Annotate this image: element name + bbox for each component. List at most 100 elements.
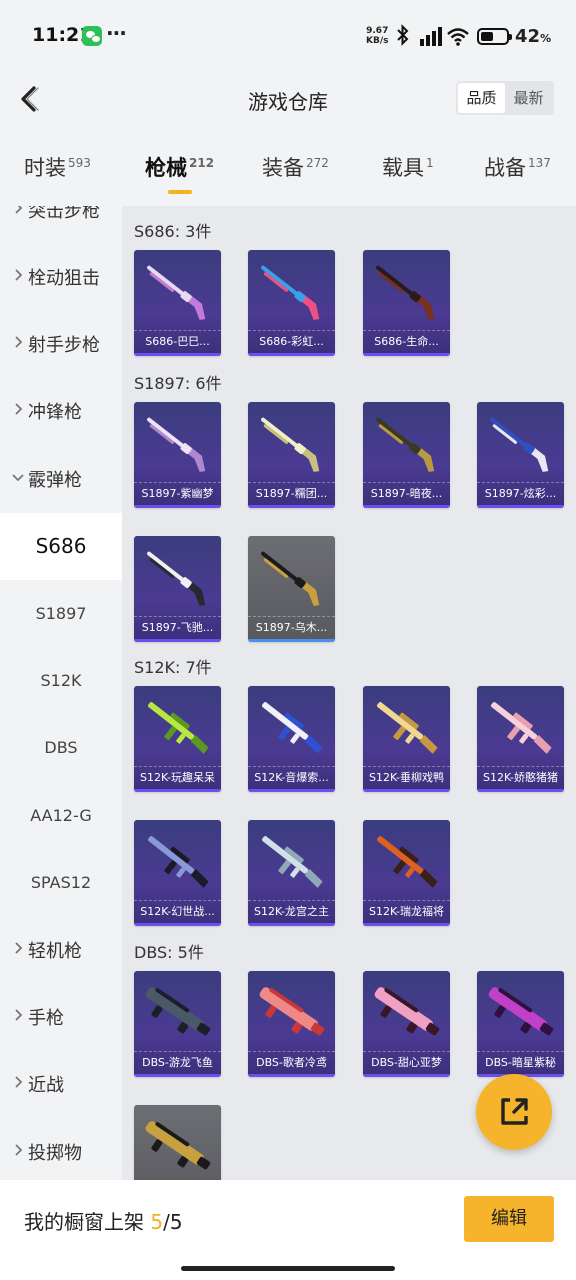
item-grid[interactable]: S686: 3件 S686-巴巳... S686-彩虹... S686-生命..… [122,206,576,1180]
sidebar-subitem[interactable]: S686 [0,512,122,580]
weapon-skin-name: S1897-紫幽梦 [134,482,221,504]
more-notifications-icon: ··· [106,21,127,45]
share-button[interactable] [476,1074,552,1150]
weapon-skin-name: S12K-垂柳戏鸭 [363,766,450,788]
sort-by-quality-button[interactable]: 品质 [458,83,505,113]
weapon-skin-card[interactable]: S1897-糯团... [248,402,335,508]
sidebar-group[interactable]: 轻机枪 [0,916,122,983]
sidebar-group[interactable]: 冲锋枪 [0,378,122,445]
weapon-skin-card[interactable]: DBS-暗星紫秘 [477,971,564,1077]
rarity-bar [248,789,335,792]
sidebar-subitem[interactable]: SPAS12 [0,849,122,916]
sidebar-item-label: S12K [40,671,82,691]
sidebar-subitem[interactable]: DBS [0,714,122,781]
sidebar-group[interactable]: 手枪 [0,984,122,1051]
tab-count: 212 [189,156,215,170]
tab-label: 战备 [484,156,526,180]
showcase-label: 我的橱窗上架 [24,1210,144,1234]
weapon-image [490,417,549,472]
weapon-image [147,551,206,606]
weapon-skin-card[interactable]: S1897-紫幽梦 [134,402,221,508]
weapon-skin-card[interactable]: S12K-瑞龙福将 [363,820,450,926]
weapon-skin-name: S12K-音爆索... [248,766,335,788]
weapon-skin-card[interactable]: S1897-炫彩... [477,402,564,508]
tab-supplies[interactable]: 战备 137 [484,152,551,182]
showcase-total: /5 [163,1210,183,1234]
home-indicator[interactable] [181,1266,395,1271]
tab-count: 137 [528,156,551,170]
weapon-skin-card[interactable]: S1897-暗夜... [363,402,450,508]
weapon-skin-card[interactable]: DBS-甜心亚梦 [363,971,450,1077]
weapon-skin-name: S1897-糯团... [248,482,335,504]
rarity-bar [363,505,450,508]
edit-button[interactable]: 编辑 [464,1196,554,1242]
sidebar-group[interactable]: 栓动狙击 [0,243,122,310]
chevron-down-icon [0,471,28,487]
sidebar-group[interactable]: 投掷物 [0,1118,122,1180]
weapon-skin-card[interactable]: S1897-飞驰... [134,536,221,642]
weapon-image [488,987,554,1036]
rarity-bar [363,789,450,792]
weapon-skin-card[interactable]: S1897-乌木... [248,536,335,642]
sidebar-item-label: S686 [35,534,87,558]
weapon-skin-name: S1897-乌木... [248,616,335,638]
showcase-bar: 我的橱窗上架 5/5 编辑 [0,1180,576,1280]
tab-fashion[interactable]: 时装 593 [24,152,91,182]
sidebar-subitem[interactable]: S1897 [0,580,122,647]
weapon-skin-card[interactable]: DBS-歌者冷鸢 [248,971,335,1077]
tab-vehicles[interactable]: 载具 1 [382,152,434,182]
tab-equipment[interactable]: 装备 272 [262,152,329,182]
sort-by-newest-button[interactable]: 最新 [505,83,552,113]
weapon-image [147,265,206,320]
sidebar-group[interactable]: 射手步枪 [0,311,122,378]
weapon-image [262,702,323,754]
weapon-type-sidebar[interactable]: 突击步枪 栓动狙击射手步枪冲锋枪霰弹枪 S686 S1897 S12K DBS AA12-G… [0,206,122,1180]
sidebar-item-label: 手枪 [28,1008,64,1030]
sidebar-item-label: DBS [44,738,78,758]
sidebar-item-label: 射手步枪 [28,335,100,357]
tab-firearms[interactable]: 枪械 212 [145,152,214,182]
weapon-skin-card[interactable]: S12K-娇憨猪猪 [477,686,564,792]
weapon-image [145,987,211,1036]
weapon-skin-card[interactable]: DBS-游龙飞鱼 [134,971,221,1077]
tab-count: 1 [426,156,434,170]
rarity-bar [248,923,335,926]
weapon-skin-card[interactable]: S12K-龙宫之主 [248,820,335,926]
rarity-bar [477,505,564,508]
weapon-skin-card[interactable]: S12K-幻世战... [134,820,221,926]
sidebar-item-label: SPAS12 [30,873,92,892]
showcase-used-count: 5 [150,1210,164,1234]
tab-label: 载具 [382,156,424,180]
rarity-bar [134,1074,221,1077]
sidebar-item-label: S1897 [35,603,87,623]
sidebar-group[interactable]: 近战 [0,1051,122,1118]
chevron-right-icon [0,1076,28,1092]
rarity-bar [134,789,221,792]
rarity-bar [248,505,335,508]
weapon-skin-card[interactable]: S12K-玩趣呆呆 [134,686,221,792]
sidebar-subitem[interactable]: S12K [0,647,122,714]
sidebar-item-label: 轻机枪 [28,940,82,962]
signal-icon [418,26,442,46]
sidebar-subitem[interactable]: AA12-G [0,782,122,849]
weapon-skin-name: DBS-游龙飞鱼 [134,1051,221,1073]
weapon-skin-card[interactable]: S686-彩虹... [248,250,335,356]
chevron-right-icon [0,942,28,958]
weapon-skin-card[interactable]: S686-生命... [363,250,450,356]
wifi-icon [446,26,470,46]
weapon-skin-name: S686-生命... [363,330,450,352]
chevron-right-icon [0,336,28,352]
weapon-skin-card[interactable] [134,1105,221,1180]
rarity-bar [134,505,221,508]
weapon-image [261,417,320,472]
weapon-image [376,265,435,320]
sidebar-item-label: 近战 [28,1075,64,1097]
sidebar-item-label: 霰弹枪 [28,469,82,491]
weapon-skin-card[interactable]: S12K-垂柳戏鸭 [363,686,450,792]
sidebar-group[interactable]: 霰弹枪 [0,445,122,512]
weapon-skin-name: S1897-暗夜... [363,482,450,504]
sidebar-group[interactable]: 突击步枪 [0,206,122,243]
sidebar-item-label: 投掷物 [28,1142,82,1164]
weapon-skin-card[interactable]: S12K-音爆索... [248,686,335,792]
weapon-skin-card[interactable]: S686-巴巳... [134,250,221,356]
